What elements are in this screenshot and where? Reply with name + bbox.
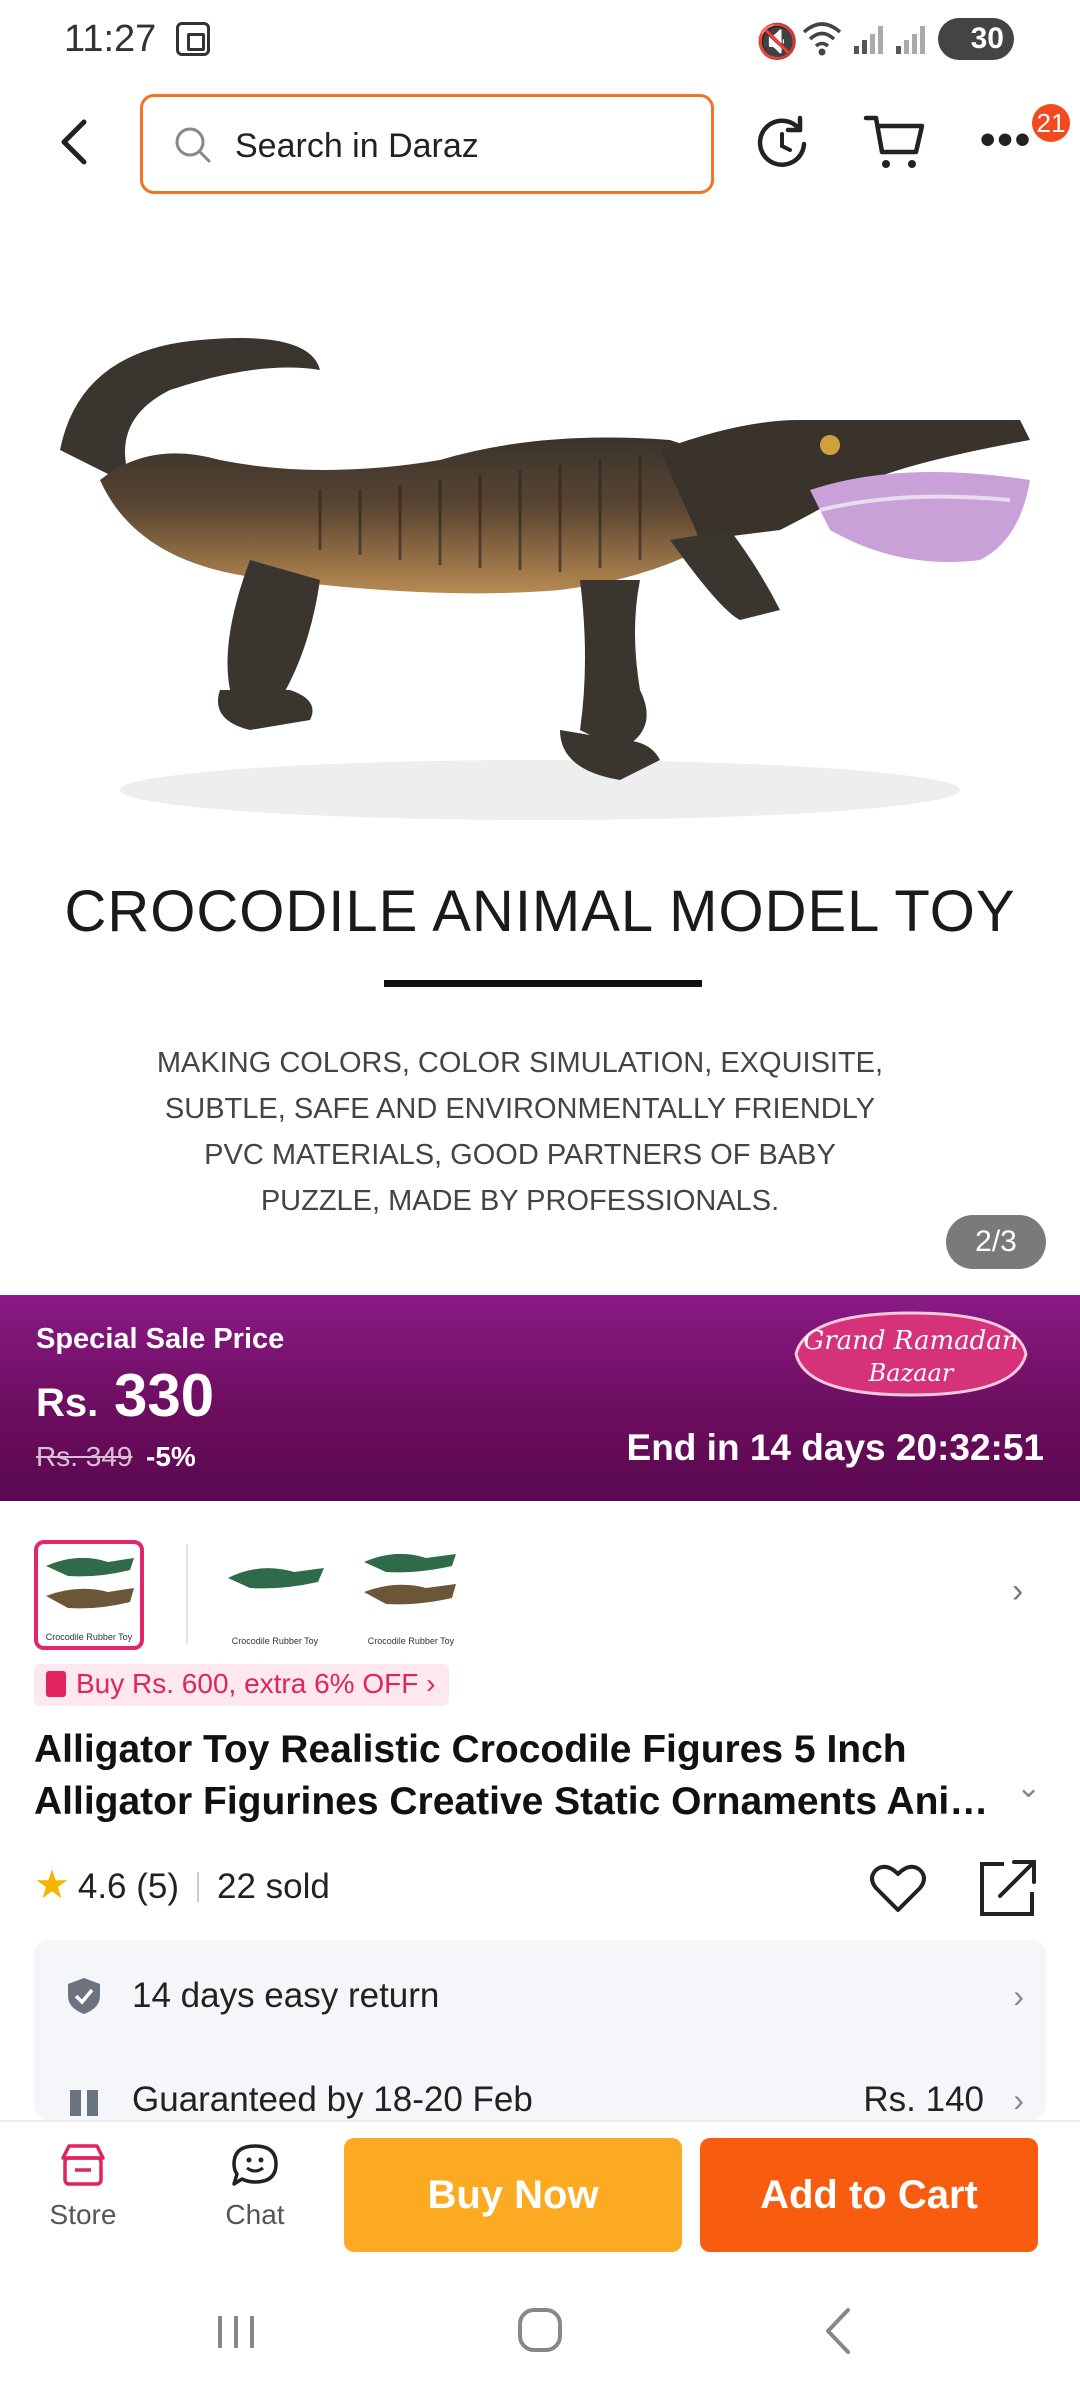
promo-voucher[interactable]: Buy Rs. 600, extra 6% OFF › <box>34 1664 450 1706</box>
shield-check-icon <box>68 1978 100 2014</box>
expand-title-chevron-icon[interactable]: ⌄ <box>1016 1770 1041 1805</box>
thumbnail-divider <box>186 1544 188 1644</box>
sale-price: 330 <box>114 1362 215 1429</box>
delivery-text: Guaranteed by 18-20 Feb <box>132 2080 533 2119</box>
more-menu-button[interactable]: ••• <box>980 118 1040 170</box>
store-label: Store <box>49 2199 117 2230</box>
thumbnail-caption: Crocodile Rubber Toy <box>45 1632 133 1642</box>
sale-label: Special Sale Price <box>36 1323 285 1355</box>
thumbnail-1[interactable]: Crocodile Rubber Toy <box>34 1540 144 1650</box>
search-placeholder: Search in Daraz <box>235 127 479 165</box>
mute-icon: 🔇 <box>756 23 799 61</box>
return-policy-row[interactable]: 14 days easy return › <box>34 1956 1046 2036</box>
description-line: PUZZLE, MADE BY PROFESSIONALS. <box>260 1185 780 1217</box>
bottom-action-bar: Store Chat Buy Now Add to Cart <box>0 2120 1080 2270</box>
special-sale-banner: Special Sale Price Rs. 330 Rs. 349 -5% G… <box>0 1295 1080 1501</box>
rating-value: 4.6 <box>77 1867 127 1906</box>
return-text: 14 days easy return <box>132 1976 440 2015</box>
campaign-line-2: Bazaar <box>868 1359 955 1387</box>
description-line: SUBTLE, SAFE AND ENVIRONMENTALLY FRIENDL… <box>164 1093 876 1125</box>
product-title-line: Alligator Toy Realistic Crocodile Figure… <box>34 1728 907 1771</box>
store-icon <box>61 2144 105 2186</box>
cart-icon[interactable] <box>862 108 928 174</box>
status-time: 11:27 <box>64 18 157 60</box>
star-icon: ★ <box>34 1863 70 1907</box>
campaign-line-1: Grand Ramadan <box>803 1326 1018 1356</box>
product-title-line: Alligator Figurines Creative Static Orna… <box>34 1780 1014 1823</box>
headline-underline <box>384 980 702 987</box>
product-image-carousel[interactable]: CROCODILE ANIMAL MODEL TOY MAKING COLORS… <box>0 210 1080 1295</box>
grand-ramadan-bazaar-logo: Grand Ramadan Bazaar <box>794 1311 1028 1397</box>
search-input[interactable]: Search in Daraz <box>140 94 714 194</box>
top-bar: Search in Daraz ••• 21 <box>0 90 1080 200</box>
product-title: Alligator Toy Realistic Crocodile Figure… <box>34 1724 1014 1828</box>
image-counter: 2/3 <box>946 1215 1046 1269</box>
image-headline: CROCODILE ANIMAL MODEL TOY <box>64 879 1016 944</box>
search-icon <box>175 127 211 163</box>
discount-percent: -5% <box>146 1441 196 1472</box>
description-line: MAKING COLORS, COLOR SIMULATION, EXQUISI… <box>156 1047 884 1079</box>
description-line: PVC MATERIALS, GOOD PARTNERS OF BABY <box>204 1139 836 1171</box>
rating-row[interactable]: ★ 4.6 (5) 22 sold <box>34 1862 330 1922</box>
chat-button[interactable]: Chat <box>212 2142 298 2231</box>
chat-icon <box>232 2144 278 2186</box>
home-icon[interactable] <box>500 2296 580 2366</box>
original-price: Rs. 349 <box>36 1441 133 1472</box>
delivery-box-icon <box>70 2090 98 2116</box>
battery-indicator: 30 <box>938 18 1014 60</box>
crocodile-product-image <box>60 338 1030 820</box>
add-to-cart-button[interactable]: Add to Cart <box>700 2138 1038 2252</box>
wishlist-heart-icon[interactable] <box>866 1856 930 1920</box>
system-nav-bar <box>0 2270 1080 2400</box>
history-icon[interactable] <box>750 110 814 174</box>
back-icon[interactable] <box>46 112 106 172</box>
back-nav-icon[interactable] <box>800 2296 880 2366</box>
thumbnail-image <box>364 1553 456 1605</box>
buy-now-button[interactable]: Buy Now <box>344 2138 682 2252</box>
thumbnail-caption: Crocodile Rubber Toy <box>231 1636 319 1646</box>
chevron-right-icon[interactable]: › <box>1012 1572 1023 1611</box>
notification-badge: 21 <box>1032 104 1070 142</box>
store-button[interactable]: Store <box>40 2142 126 2231</box>
variant-thumbnails: Crocodile Rubber Toy Crocodile Rubber To… <box>0 1530 1080 1650</box>
thumbnail-image <box>46 1557 134 1609</box>
divider <box>197 1872 200 1902</box>
chat-label: Chat <box>225 2199 285 2230</box>
service-card: 14 days easy return › Guaranteed by 18-2… <box>34 1940 1046 2120</box>
thumbnail-2[interactable]: Crocodile Rubber Toy <box>220 1540 330 1650</box>
wifi-icon <box>802 22 842 56</box>
thumbnail-3[interactable]: Crocodile Rubber Toy <box>356 1540 466 1650</box>
recent-apps-icon[interactable] <box>196 2296 276 2366</box>
sale-countdown: End in 14 days 20:32:51 <box>626 1427 1044 1468</box>
review-count: (5) <box>136 1867 180 1906</box>
signal-icon-2 <box>896 26 925 54</box>
price-currency: Rs. <box>36 1381 99 1425</box>
thumbnail-image <box>228 1568 324 1589</box>
share-icon[interactable] <box>976 1856 1040 1920</box>
voucher-icon <box>46 1671 66 1697</box>
sold-count: 22 sold <box>217 1867 330 1906</box>
thumbnail-caption: Crocodile Rubber Toy <box>367 1636 455 1646</box>
promo-text: Buy Rs. 600, extra 6% OFF <box>76 1668 419 1699</box>
image-description: MAKING COLORS, COLOR SIMULATION, EXQUISI… <box>120 1040 920 1224</box>
signal-icon-1 <box>854 26 883 54</box>
delivery-fee: Rs. 140 <box>863 2080 984 2119</box>
more-icon: ••• <box>980 115 1033 164</box>
status-bar: 11:27 🔇 30 <box>0 0 1080 80</box>
chevron-right-icon: › <box>1013 1978 1024 2014</box>
chevron-right-icon: › <box>1013 2082 1024 2118</box>
screenshot-icon <box>176 22 210 56</box>
